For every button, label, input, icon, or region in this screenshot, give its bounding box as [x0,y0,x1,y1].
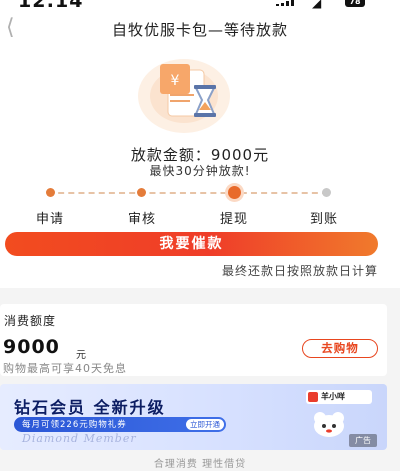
loan-eta: 最快30分钟放款! [149,164,251,178]
step-label-arrival: 到账 [310,212,339,227]
signal-icon [276,0,294,6]
step-label-review: 审核 [128,212,157,227]
progress-track [48,192,328,194]
brand-name: 羊小咩 [321,392,345,401]
go-shopping-button[interactable]: 去购物 [302,339,378,358]
nav-bar: ⟨ 自牧优服卡包—等待放款 [0,10,400,48]
brand-logo: 羊小咩 [306,390,372,404]
banner-offer-text: 每月可领226元购物礼券 [22,420,127,430]
footer-slogan: 合理消费 理性借贷 [153,459,247,470]
credit-limit-amount: 9000 [3,336,60,358]
hourglass-document-icon: ¥ [138,59,230,133]
ad-badge: 广告 [349,434,377,447]
membership-banner[interactable]: 钻石会员 全新升级 每月可领226元购物礼券 立即开通 Diamond Memb… [0,384,387,450]
credit-limit-label: 消费额度 [4,314,57,328]
urge-loan-button[interactable]: 我要催款 [5,232,378,256]
repayment-note: 最终还款日按照放款日计算 [221,264,378,278]
credit-limit-subtext: 购物最高可享40天免息 [3,362,127,375]
status-bar: 12:14 ◢ 78 [0,0,400,10]
banner-offer-pill[interactable]: 每月可领226元购物礼券 立即开通 [14,417,226,432]
step-dot-review [137,188,146,197]
battery-icon: 78 [345,0,365,7]
step-dot-withdraw [228,186,241,199]
step-dot-arrival [322,188,331,197]
status-time: 12:14 [18,0,83,10]
svg-text:¥: ¥ [171,73,180,89]
sheep-mascot-icon [314,412,344,437]
step-label-withdraw: 提现 [220,212,249,227]
credit-limit-card: 消费额度 9000 元 购物最高可享40天免息 去购物 [0,304,387,376]
step-label-apply: 申请 [36,212,65,227]
loan-status-card: ¥ 放款金额：9000元 最快30分钟放款! 申请 审核 提现 到账 我要催款 … [0,48,400,288]
banner-open-button[interactable]: 立即开通 [186,419,224,430]
banner-headline: 钻石会员 全新升级 [14,398,166,417]
step-dot-apply [46,188,55,197]
page-title: 自牧优服卡包—等待放款 [111,21,288,39]
banner-script-text: Diamond Member [22,432,137,445]
credit-limit-unit: 元 [76,350,86,361]
brand-mark-icon [308,392,318,402]
wifi-icon: ◢ [312,0,322,10]
